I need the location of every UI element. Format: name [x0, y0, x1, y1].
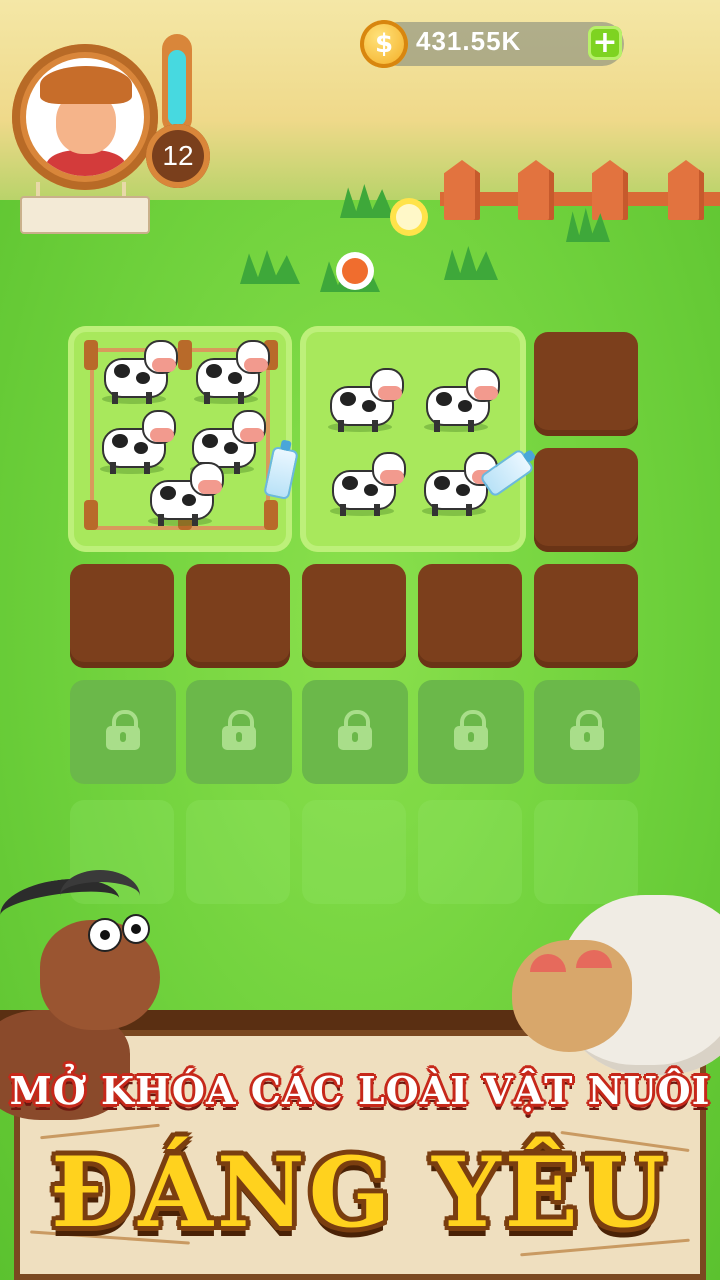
xp-progress-fill [168, 50, 186, 126]
goat-eye [88, 918, 122, 952]
banner-title: ĐÁNG YÊU [50, 1136, 670, 1249]
goat-horn [60, 870, 140, 922]
goat-eye [122, 914, 150, 944]
add-coins-button[interactable]: + [588, 26, 622, 60]
cow [144, 456, 224, 526]
fence-post [84, 340, 98, 370]
hidden-slot [186, 800, 290, 904]
empty-soil-slot[interactable] [70, 564, 174, 668]
cow-pen[interactable] [300, 326, 526, 552]
banner-headline: MỞ KHÓA CÁC LOÀI VẬT NUÔI [9, 1068, 711, 1113]
locked-slot[interactable] [418, 680, 524, 784]
cow [326, 446, 406, 516]
empty-soil-slot[interactable] [186, 564, 290, 668]
lock-icon [222, 710, 256, 750]
locked-slot[interactable] [534, 680, 640, 784]
cow [190, 334, 270, 404]
coin-value: 431.55K [416, 26, 522, 56]
cow [324, 362, 404, 432]
name-sign [20, 196, 150, 234]
player-avatar-button[interactable] [12, 44, 158, 190]
avatar-hat [40, 66, 132, 104]
lock-icon [454, 710, 488, 750]
fence-post [84, 500, 98, 530]
locked-slot[interactable] [70, 680, 176, 784]
hidden-slot [534, 800, 638, 904]
hidden-slot [418, 800, 522, 904]
empty-soil-slot[interactable] [534, 448, 638, 552]
xp-progress-bar [162, 34, 192, 134]
flower [342, 258, 368, 284]
lock-icon [106, 710, 140, 750]
empty-soil-slot[interactable] [534, 332, 638, 436]
locked-slot[interactable] [302, 680, 408, 784]
fence-post [264, 500, 278, 530]
cow [420, 362, 500, 432]
locked-slot[interactable] [186, 680, 292, 784]
flower [396, 204, 422, 230]
level-badge: 12 [146, 124, 210, 188]
empty-soil-slot[interactable] [302, 564, 406, 668]
cow [98, 334, 178, 404]
hidden-slot [302, 800, 406, 904]
avatar [26, 58, 144, 176]
coin-icon: $ [360, 20, 408, 68]
empty-soil-slot[interactable] [534, 564, 638, 668]
empty-soil-slot[interactable] [418, 564, 522, 668]
lock-icon [570, 710, 604, 750]
lock-icon [338, 710, 372, 750]
